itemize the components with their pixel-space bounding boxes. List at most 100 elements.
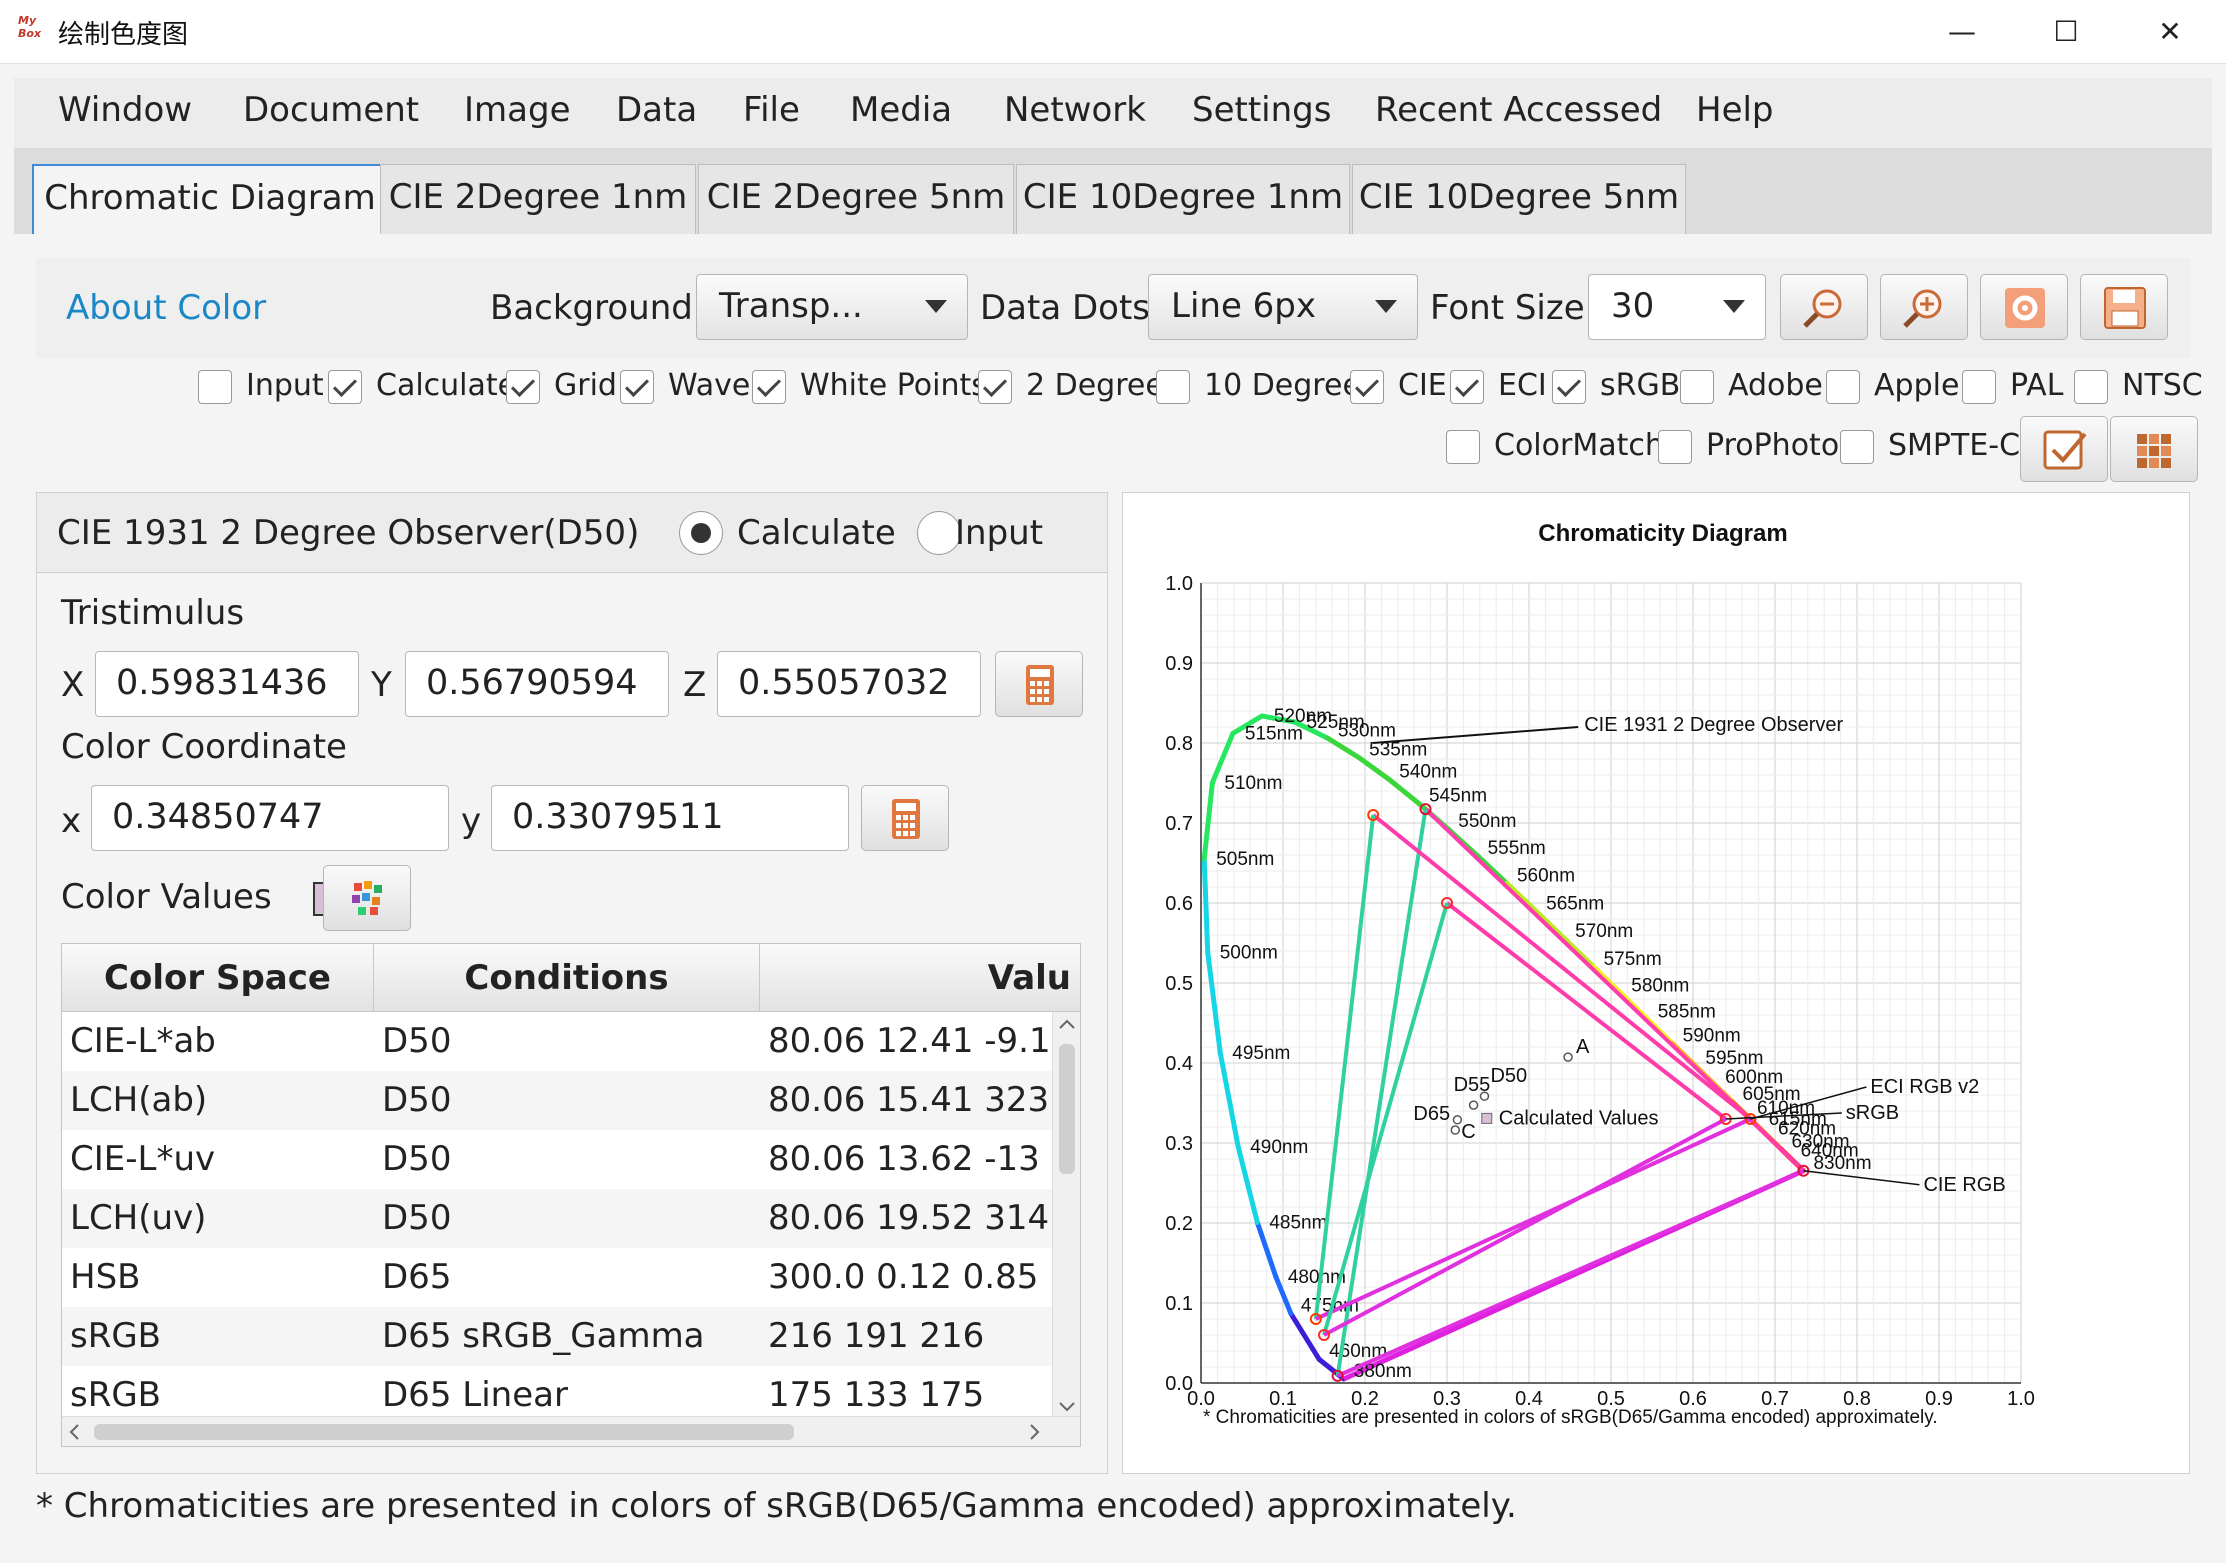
tab-chromatic-diagram[interactable]: Chromatic Diagram bbox=[32, 164, 388, 234]
menu-document[interactable]: Document bbox=[243, 90, 419, 130]
table-row[interactable]: CIE-L*ab D50 80.06 12.41 -9.1 bbox=[62, 1012, 1062, 1071]
check-square-icon bbox=[2043, 430, 2087, 470]
tab-cie-10degree-1nm[interactable]: CIE 10Degree 1nm bbox=[1016, 164, 1350, 234]
horizontal-scroll-thumb[interactable] bbox=[94, 1424, 794, 1440]
menu-settings[interactable]: Settings bbox=[1192, 90, 1331, 130]
wavelength-label: 490nm bbox=[1250, 1137, 1308, 1158]
coordinate-x-input[interactable]: 0.34850747 bbox=[91, 785, 449, 851]
z-upper-label: Z bbox=[683, 665, 707, 705]
gamut-label: sRGB bbox=[1846, 1102, 1899, 1124]
wavelength-label: 585nm bbox=[1658, 1001, 1716, 1022]
wavelength-label: 540nm bbox=[1399, 762, 1457, 783]
calculator-icon bbox=[1026, 665, 1054, 705]
data-dots-value: Line 6px bbox=[1171, 286, 1316, 326]
save-button[interactable] bbox=[2080, 274, 2168, 340]
zoom-out-button[interactable] bbox=[1780, 274, 1868, 340]
checkbox-box bbox=[1840, 430, 1874, 464]
column-header-conditions[interactable]: Conditions bbox=[374, 944, 760, 1012]
observer-annotation: CIE 1931 2 Degree Observer bbox=[1584, 714, 1843, 736]
x-tick-label: 1.0 bbox=[2007, 1388, 2035, 1410]
table-cell: D50 bbox=[382, 1080, 452, 1120]
chevron-left-icon bbox=[69, 1424, 79, 1440]
background-select[interactable]: Transp... bbox=[696, 274, 968, 340]
wavelength-label: 590nm bbox=[1683, 1026, 1741, 1047]
calculate-tristimulus-button[interactable] bbox=[995, 651, 1083, 717]
column-header-values[interactable]: Valu bbox=[760, 944, 1080, 1012]
tristimulus-y-input[interactable]: 0.56790594 bbox=[405, 651, 669, 717]
chevron-up-icon bbox=[1059, 1019, 1075, 1029]
zoom-in-button[interactable] bbox=[1880, 274, 1968, 340]
wavelength-label: 505nm bbox=[1216, 849, 1274, 870]
tab-cie-2degree-5nm[interactable]: CIE 2Degree 5nm bbox=[698, 164, 1014, 234]
observer-title: CIE 1931 2 Degree Observer(D50) bbox=[57, 513, 640, 553]
calculated-value-label: Calculated Values bbox=[1499, 1107, 1659, 1129]
vertical-scrollbar[interactable] bbox=[1052, 1012, 1080, 1420]
table-cell: 80.06 13.62 -13 bbox=[768, 1139, 1040, 1179]
close-button[interactable]: ✕ bbox=[2140, 8, 2200, 56]
chromaticity-diagram[interactable]: 0.0 0.1 0.2 0.3 0.4 0.5 0.6 0.7 0.8 0.9 1.00.00.10… bbox=[1123, 493, 2189, 1473]
save-icon bbox=[2104, 287, 2146, 329]
y-tick-label: 0.2 bbox=[1165, 1213, 1193, 1235]
minimize-button[interactable]: — bbox=[1932, 8, 1992, 56]
table-row[interactable]: HSB D65 300.0 0.12 0.85 bbox=[62, 1248, 1062, 1307]
chart-title: Chromaticity Diagram bbox=[1538, 520, 1787, 547]
menu-window[interactable]: Window bbox=[58, 90, 192, 130]
data-dots-label: Data Dots bbox=[980, 288, 1151, 328]
table-cell: 80.06 15.41 323 bbox=[768, 1080, 1050, 1120]
chevron-down-icon bbox=[1375, 300, 1397, 313]
wavelength-label: 530nm bbox=[1338, 720, 1396, 741]
palette-button[interactable] bbox=[2110, 416, 2198, 482]
table-cell: D65 bbox=[382, 1257, 452, 1297]
horizontal-scrollbar[interactable] bbox=[62, 1416, 1080, 1446]
color-palette-button[interactable] bbox=[323, 865, 411, 931]
y-tick-label: 0.7 bbox=[1165, 813, 1193, 835]
settings-button[interactable] bbox=[1980, 274, 2068, 340]
table-row[interactable]: sRGB D65 sRGB_Gamma 216 191 216 bbox=[62, 1307, 1062, 1366]
menu-image[interactable]: Image bbox=[464, 90, 570, 130]
table-cell: 300.0 0.12 0.85 bbox=[768, 1257, 1039, 1297]
chevron-down-icon bbox=[925, 300, 947, 313]
table-cell: D65 sRGB_Gamma bbox=[382, 1316, 705, 1356]
menu-media[interactable]: Media bbox=[850, 90, 952, 130]
calculate-radio[interactable] bbox=[679, 511, 723, 555]
tristimulus-z-input[interactable]: 0.55057032 bbox=[717, 651, 981, 717]
tab-bar: Chromatic Diagram CIE 2Degree 1nm CIE 2D… bbox=[14, 148, 2212, 234]
table-cell: HSB bbox=[70, 1257, 141, 1297]
white-point-marker bbox=[1450, 1125, 1461, 1135]
table-row[interactable]: LCH(ab) D50 80.06 15.41 323 bbox=[62, 1071, 1062, 1130]
table-cell: D50 bbox=[382, 1021, 452, 1061]
y-tick-label: 0.5 bbox=[1165, 973, 1193, 995]
tab-cie-10degree-5nm[interactable]: CIE 10Degree 5nm bbox=[1352, 164, 1686, 234]
column-header-color-space[interactable]: Color Space bbox=[62, 944, 374, 1012]
checkbox-box bbox=[506, 370, 540, 404]
table-cell: CIE-L*ab bbox=[70, 1021, 216, 1061]
calculator-icon bbox=[892, 799, 920, 839]
font-size-combo[interactable]: 30 bbox=[1588, 274, 1766, 340]
y-lower-label: y bbox=[461, 801, 482, 841]
table-row[interactable]: LCH(uv) D50 80.06 19.52 314 bbox=[62, 1189, 1062, 1248]
calculate-coordinate-button[interactable] bbox=[861, 785, 949, 851]
checkbox-box bbox=[198, 370, 232, 404]
coordinate-y-input[interactable]: 0.33079511 bbox=[491, 785, 849, 851]
y-tick-label: 0.8 bbox=[1165, 733, 1193, 755]
y-tick-label: 0.6 bbox=[1165, 893, 1193, 915]
about-color-link[interactable]: About Color bbox=[66, 288, 266, 328]
table-row[interactable]: CIE-L*uv D50 80.06 13.62 -13 bbox=[62, 1130, 1062, 1189]
menu-network[interactable]: Network bbox=[1004, 90, 1146, 130]
y-upper-label: Y bbox=[371, 665, 392, 705]
checkbox-box bbox=[1552, 370, 1586, 404]
menu-data[interactable]: Data bbox=[616, 90, 697, 130]
checkbox-box bbox=[752, 370, 786, 404]
spectral-locus-segment bbox=[1201, 856, 1211, 955]
tab-cie-2degree-1nm[interactable]: CIE 2Degree 1nm bbox=[380, 164, 696, 234]
data-dots-select[interactable]: Line 6px bbox=[1148, 274, 1418, 340]
menu-file[interactable]: File bbox=[743, 90, 800, 130]
menu-help[interactable]: Help bbox=[1696, 90, 1774, 130]
checkbox-box bbox=[978, 370, 1012, 404]
maximize-button[interactable]: ☐ bbox=[2036, 8, 2096, 56]
tristimulus-x-input[interactable]: 0.59831436 bbox=[95, 651, 359, 717]
vertical-scroll-thumb[interactable] bbox=[1059, 1044, 1075, 1174]
menu-recent-accessed[interactable]: Recent Accessed bbox=[1375, 90, 1662, 130]
select-all-button[interactable] bbox=[2020, 416, 2108, 482]
chromaticity-diagram-panel: 0.0 0.1 0.2 0.3 0.4 0.5 0.6 0.7 0.8 0.9 1.0 0.0 0.1 0… bbox=[1122, 492, 2190, 1474]
